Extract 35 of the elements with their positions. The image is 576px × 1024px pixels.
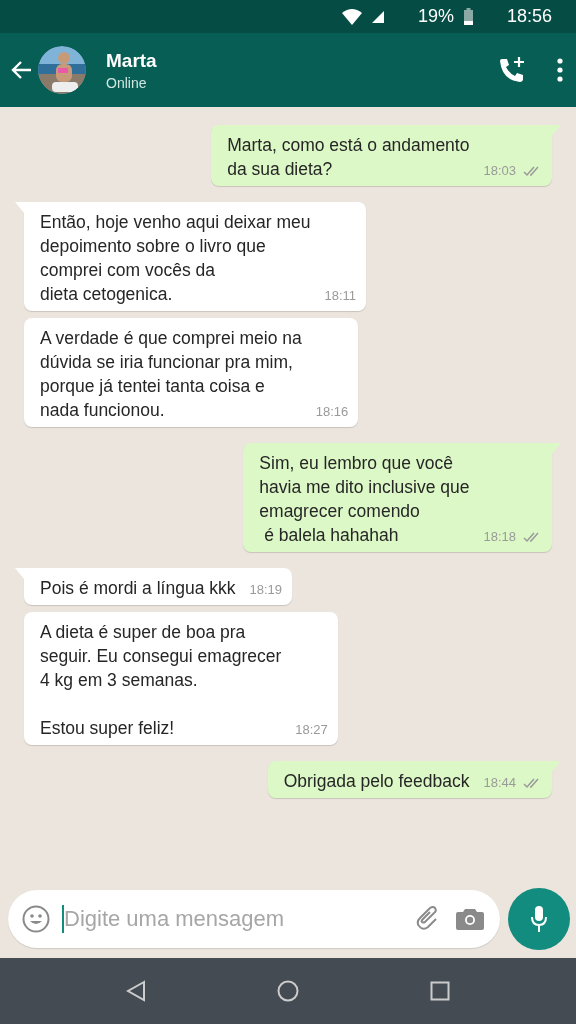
clock-time: 18:56 [506, 6, 552, 27]
back-arrow-icon[interactable] [10, 60, 32, 80]
microphone-icon [530, 905, 548, 933]
message-text: Obrigada pelo feedback [283, 770, 470, 793]
recents-nav-icon[interactable] [430, 981, 451, 1001]
battery-level: 19% [417, 6, 454, 27]
message-time: 18:19 [249, 581, 283, 599]
add-call-icon[interactable] [498, 56, 526, 84]
contact-name: Marta [106, 49, 158, 72]
message-time: 18:27 [295, 721, 328, 739]
message-time: 18:16 [315, 403, 349, 421]
contact-status: Online [106, 74, 148, 91]
signal-icon [371, 10, 384, 23]
camera-icon[interactable] [456, 907, 484, 931]
more-options-icon[interactable] [556, 58, 564, 82]
message-time: 18:18 [483, 528, 516, 546]
back-nav-icon[interactable] [125, 980, 146, 1002]
double-check-icon [522, 777, 542, 789]
message-text: Marta, como está o andamento da sua dieta? [227, 134, 470, 181]
double-check-icon [522, 165, 542, 177]
emoji-icon[interactable] [22, 905, 50, 933]
message-text: Pois é mordi a língua kkk [40, 577, 236, 600]
message-input[interactable]: Digite uma mensagem [62, 905, 400, 933]
message-input-field[interactable]: Digite uma mensagem [8, 890, 500, 948]
double-check-icon [522, 531, 542, 543]
message-text: Sim, eu lembro que você havia me dito inclusive que emagrecer comendo é balela hahahah [259, 452, 470, 547]
wifi-icon [341, 8, 362, 25]
message-time: 18:03 [483, 162, 516, 180]
message-text: Então, hoje venho aqui deixar meu depoimento sobre o livro que comprei com vocês da dieta cetogenica. [40, 211, 311, 306]
battery-icon [463, 8, 473, 25]
message-time: 18:11 [324, 287, 357, 305]
message-time: 18:44 [483, 774, 516, 792]
message-text: A dieta é super de boa pra seguir. Eu consegui emagrecer 4 kg em 3 semanas. Estou super feliz! [40, 621, 282, 740]
message-text: A verdade é que comprei meio na dúvida se iria funcionar pra mim, porque já tentei tanta coisa e nada funcionou. [40, 327, 302, 422]
home-nav-icon[interactable] [277, 980, 299, 1002]
